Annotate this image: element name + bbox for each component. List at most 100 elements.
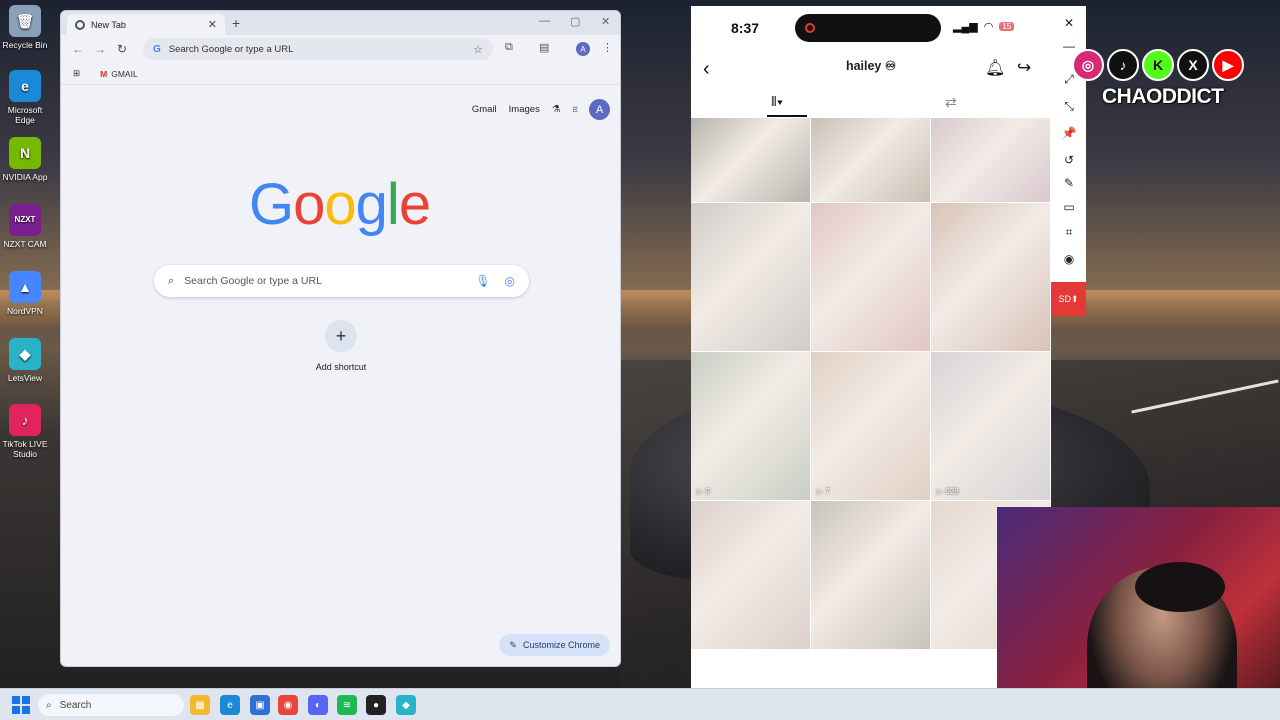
taskbar: ⌕ Search ▦ e ▣ ◉ ◐ ≋ ● ◆ [0,688,1280,720]
video-thumbnail[interactable] [931,118,1050,202]
start-button[interactable] [12,696,30,714]
tab-new-tab[interactable]: New Tab ✕ [67,14,225,35]
menu-kebab-icon[interactable]: ⋮ [602,41,613,54]
bookmark-star-icon[interactable]: ☆ [473,43,483,56]
pen-icon[interactable]: ✎ [1061,176,1077,190]
video-thumbnail[interactable] [931,203,1050,351]
desktop-app-icon: ♪ [9,404,41,436]
pin-icon[interactable]: 📌 [1061,126,1077,140]
add-shortcut-button[interactable]: + Add shortcut [315,320,367,372]
record-icon[interactable]: ◉ [1061,252,1077,266]
video-thumbnail[interactable] [811,203,930,351]
desktop-app-icon: e [9,70,41,102]
ntp-gmail-link[interactable]: Gmail [472,104,497,115]
ntp-images-link[interactable]: Images [509,104,540,115]
chrome-tabbar: New Tab ✕ + — ▢ ✕ [61,11,620,35]
minimize-icon[interactable]: — [539,15,550,27]
rotate-icon[interactable]: ↺ [1061,153,1077,167]
google-logo-letter: o [293,172,325,237]
google-logo-letter: g [355,172,388,237]
view-count: ▷ 928 [937,487,959,496]
kick-icon: K [1142,49,1174,81]
instagram-icon: ◎ [1072,49,1104,81]
desktop-icon-nvidia-app[interactable]: N NVIDIA App [2,137,48,182]
apps-grid-icon[interactable]: ⊞ [73,68,80,79]
expand-icon[interactable]: ⤡ [1061,99,1077,114]
bookmark-gmail[interactable]: GMAIL [111,69,137,79]
desktop-icon-label: LetsView [7,373,43,383]
profile-avatar[interactable]: A [589,99,610,120]
youtube-icon: ▶ [1212,49,1244,81]
video-thumbnail[interactable]: ▷ 7 [811,352,930,500]
desktop-icon-nzxt-cam[interactable]: NZXT NZXT CAM [2,204,48,249]
streamer-brand-text: CHAODDICT [1102,85,1224,108]
active-tab-underline [767,115,807,117]
mic-icon[interactable]: 🎙 [475,274,490,288]
desktop-icon-nordvpn[interactable]: ▲ NordVPN [2,271,48,316]
taskbar-spotify-icon[interactable]: ≋ [337,695,357,715]
ntp-search-box[interactable]: ⌕ Search Google or type a URL 🎙 ◎ [154,265,529,297]
taskbar-letsview-icon[interactable]: ◆ [396,695,416,715]
sd-quality-button[interactable]: SD⬆ [1051,282,1086,316]
video-thumbnail[interactable]: ▷ 9 [691,352,810,500]
profile-avatar-small[interactable]: A [576,42,590,56]
video-thumbnail[interactable] [691,203,810,351]
close-window-icon[interactable]: ✕ [601,15,610,28]
google-lens-icon[interactable]: ◎ [505,274,515,288]
taskbar-chrome-icon[interactable]: ◉ [278,695,298,715]
battery-icon: 15 [999,22,1015,31]
video-thumbnail[interactable] [811,118,930,202]
google-apps-icon[interactable]: ⁝⁝⁝ [572,105,578,114]
new-tab-button[interactable]: + [232,15,240,31]
customize-chrome-button[interactable]: ✎ Customize Chrome [499,634,610,656]
video-thumbnail[interactable] [691,118,810,202]
crop-icon[interactable]: ⌗ [1061,225,1077,240]
tab-reposts[interactable]: ⇄ [945,94,957,111]
omnibox-placeholder: Search Google or type a URL [168,43,294,55]
maximize-icon[interactable]: ▢ [570,15,580,28]
taskbar-edge-icon[interactable]: e [220,695,240,715]
back-icon[interactable]: ← [67,42,89,56]
forward-icon[interactable]: → [89,42,111,56]
desktop-app-icon: NZXT [9,204,41,236]
video-thumbnail[interactable] [811,501,930,649]
google-g-icon: G [153,43,161,55]
desktop-icon-label: Microsoft Edge [7,105,43,125]
wifi-icon: ◠ [983,21,994,33]
share-icon[interactable]: ↪ [1017,58,1031,78]
bell-icon[interactable]: 🔔︎ [985,58,1005,78]
close-icon[interactable]: ✕ [1061,16,1077,30]
desktop-app-icon: ▲ [9,271,41,303]
chrome-tab-icon [75,19,85,30]
video-thumbnail[interactable] [691,501,810,649]
tab-videos-grid[interactable]: ⦀▾ [771,94,783,110]
omnibox[interactable]: G Search Google or type a URL ☆ [143,38,493,60]
window-icon[interactable]: ▭ [1061,200,1077,214]
video-thumbnail[interactable]: ▷ 928 [931,352,1050,500]
customize-chrome-label: Customize Chrome [522,640,600,650]
view-count: ▷ 9 [697,487,710,496]
taskbar-search[interactable]: ⌕ Search [38,694,184,716]
desktop-icon-letsview[interactable]: ◆ LetsView [2,338,48,383]
profile-header: ‹ hailey ♾ 🔔︎ ↪ [691,48,1051,92]
ntp-search-placeholder: Search Google or type a URL [184,275,322,287]
side-panel-icon[interactable]: ▤ [539,41,549,54]
desktop-icon-tiktok-live-studio[interactable]: ♪ TikTok LIVE Studio [2,404,48,459]
add-shortcut-label: Add shortcut [315,362,367,372]
reload-icon[interactable]: ↻ [111,42,133,56]
taskbar-store-icon[interactable]: ▣ [250,695,270,715]
tab-close-icon[interactable]: ✕ [208,18,217,31]
pencil-icon: ✎ [509,639,517,650]
taskbar-discord-icon[interactable]: ◐ [308,695,328,715]
taskbar-obs-icon[interactable]: ● [366,695,386,715]
desktop-icon-recycle-bin[interactable]: 🗑 Recycle Bin [2,5,48,50]
google-logo-letter: o [324,172,356,237]
social-icons-overlay: ◎ ♪ K X ▶ [1072,49,1244,81]
desktop-icon-label: NVIDIA App [2,172,48,182]
google-logo: Google [249,171,431,238]
taskbar-file-explorer-icon[interactable]: ▦ [190,695,210,715]
desktop-icon-microsoft-edge[interactable]: e Microsoft Edge [2,70,48,125]
chrome-toolbar: ← → ↻ G Search Google or type a URL ☆ ⧉ … [61,35,620,63]
labs-flask-icon[interactable]: ⚗ [552,104,561,115]
extensions-icon[interactable]: ⧉ [505,41,513,54]
